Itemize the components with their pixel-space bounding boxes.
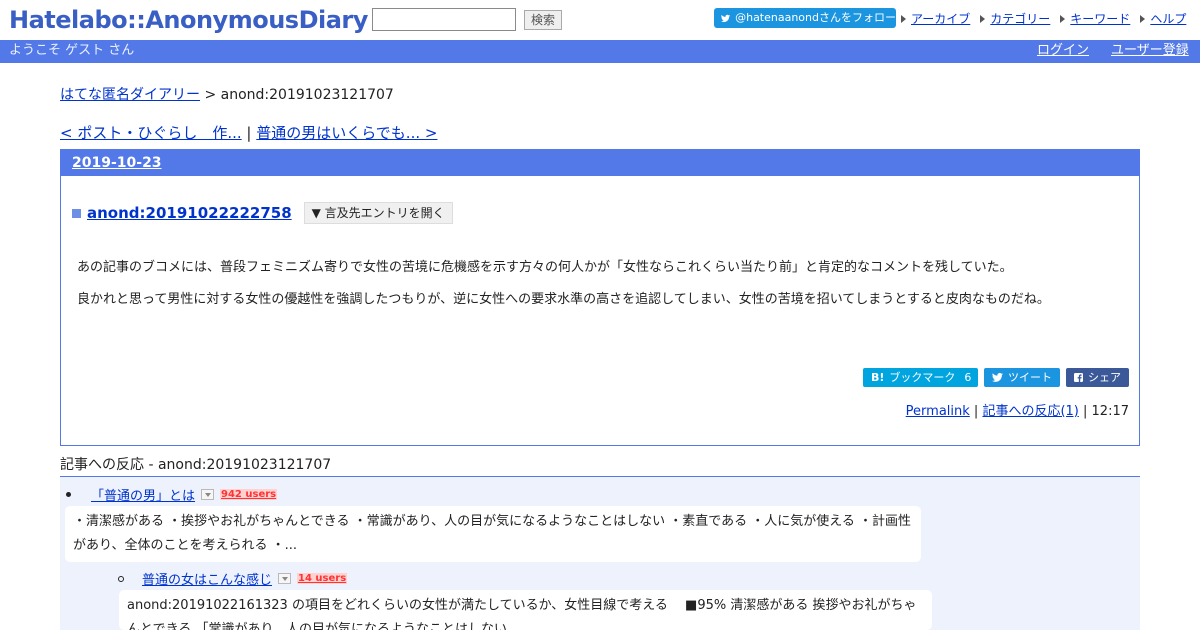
bullet <box>66 492 71 497</box>
reaction-title-link[interactable]: 「普通の男」とは <box>91 485 195 504</box>
bullet <box>118 575 124 582</box>
register-link[interactable]: ユーザー登録 <box>1111 40 1189 62</box>
entry-paragraph: あの記事のブコメには、普段フェミニズム寄りで女性の苦境に危機感を示す方々の何人か… <box>77 260 1013 275</box>
hatena-bookmark-button[interactable]: B! ブックマーク 6 <box>863 368 978 387</box>
breadcrumb: はてな匿名ダイアリー > anond:20191023121707 <box>60 84 394 104</box>
facebook-label: シェア <box>1088 371 1121 384</box>
entry-date-bar: 2019-10-23 <box>61 150 1139 176</box>
top-header: Hatelabo::AnonymousDiary 検索 @hatenaanond… <box>0 0 1200 40</box>
bookmark-users-badge[interactable]: 942 users <box>220 489 278 500</box>
bookmark-label: ブックマーク <box>889 371 956 384</box>
search-input[interactable] <box>372 8 516 31</box>
breadcrumb-root-link[interactable]: はてな匿名ダイアリー <box>60 87 200 103</box>
nav-help[interactable]: ヘルプ <box>1140 10 1186 27</box>
facebook-icon <box>1074 373 1083 382</box>
prev-entry-link[interactable]: < ポスト・ひぐらし 作... <box>60 124 242 142</box>
entry-pager: < ポスト・ひぐらし 作... | 普通の男はいくらでも... > <box>60 122 437 143</box>
twitter-follow-button[interactable]: @hatenaanondさんをフォロー <box>714 8 896 28</box>
reaction-snippet: ・清潔感がある ・挨拶やお礼がちゃんとできる ・常識があり、人の目が気になるよう… <box>65 506 921 562</box>
tweet-button[interactable]: ツイート <box>984 368 1060 387</box>
user-bar: ようこそ ゲスト さん ログイン ユーザー登録 <box>0 40 1200 63</box>
arrow-right-icon <box>1060 14 1067 24</box>
next-entry-link[interactable]: 普通の男はいくらでも... > <box>256 124 437 142</box>
welcome-text: ようこそ ゲスト さん <box>9 43 135 58</box>
top-nav: アーカイブ カテゴリー キーワード ヘルプ <box>901 10 1186 27</box>
entry-paragraph: 良かれと思って男性に対する女性の優越性を強調したつもりが、逆に女性への要求水準の… <box>77 292 1050 307</box>
reactions-link[interactable]: 記事への反応(1) <box>982 404 1078 419</box>
entry-title-link[interactable]: anond:20191022222758 <box>87 204 292 222</box>
reactions-heading: 記事への反応 - anond:20191023121707 <box>60 456 1140 477</box>
permalink[interactable]: Permalink <box>906 404 970 419</box>
nav-category[interactable]: カテゴリー <box>980 10 1050 27</box>
breadcrumb-current: anond:20191023121707 <box>220 87 394 103</box>
open-referenced-entry-button[interactable]: ▼ 言及先エントリを開く <box>303 202 453 224</box>
arrow-right-icon <box>1140 14 1147 24</box>
hatena-b-icon: B! <box>871 371 885 384</box>
bookmark-users-badge[interactable]: 14 users <box>297 573 348 584</box>
tweet-label: ツイート <box>1008 371 1052 384</box>
breadcrumb-separator: > <box>200 87 221 103</box>
login-link[interactable]: ログイン <box>1037 40 1089 62</box>
arrow-right-icon <box>901 14 908 24</box>
entry-body: あの記事のブコメには、普段フェミニズム寄りで女性の苦境に危機感を示す方々の何人か… <box>77 252 1137 316</box>
twitter-bird-icon <box>992 372 1003 382</box>
entry-time: 12:17 <box>1091 404 1129 419</box>
entry-box: 2019-10-23 anond:20191022222758 ▼ 言及先エント… <box>60 149 1140 446</box>
dropdown-icon[interactable] <box>201 489 215 500</box>
nav-archive[interactable]: アーカイブ <box>901 10 970 27</box>
twitter-bird-icon <box>721 14 731 22</box>
facebook-share-button[interactable]: シェア <box>1066 368 1129 387</box>
dropdown-icon[interactable] <box>278 573 292 584</box>
entry-footer: Permalink | 記事への反応(1) | 12:17 <box>905 404 1129 419</box>
share-buttons: B! ブックマーク 6 ツイート シェア <box>863 368 1129 387</box>
reaction-title-link[interactable]: 普通の女はこんな感じ <box>142 569 272 588</box>
pager-separator: | <box>241 124 257 142</box>
reaction-snippet: anond:20191022161323 の項目をどれくらいの女性が満たしている… <box>119 590 932 630</box>
square-bullet-icon <box>72 208 81 218</box>
nav-keyword[interactable]: キーワード <box>1060 10 1130 27</box>
entry-date-link[interactable]: 2019-10-23 <box>72 155 162 171</box>
list-item: 「普通の男」とは 942 users <box>66 485 278 504</box>
follow-label: @hatenaanondさんをフォロー <box>735 11 896 24</box>
reactions-list: 「普通の男」とは 942 users ・清潔感がある ・挨拶やお礼がちゃんとでき… <box>60 477 1140 630</box>
search-button[interactable]: 検索 <box>524 10 562 30</box>
entry-title-row: anond:20191022222758 ▼ 言及先エントリを開く <box>72 202 453 224</box>
site-logo[interactable]: Hatelabo::AnonymousDiary <box>9 4 368 36</box>
arrow-right-icon <box>980 14 987 24</box>
bookmark-count: 6 <box>964 371 972 384</box>
list-item: 普通の女はこんな感じ 14 users <box>118 569 348 588</box>
